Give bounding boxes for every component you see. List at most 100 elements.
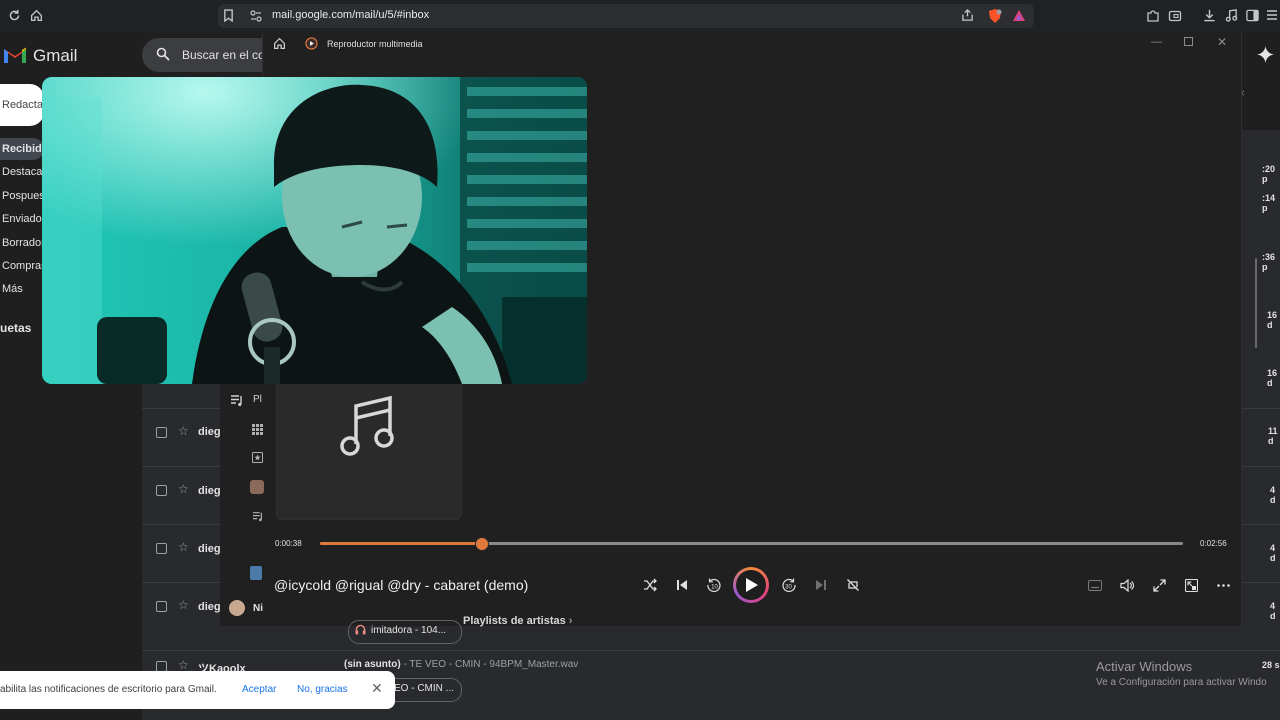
mail-date: 4 d <box>1270 485 1276 505</box>
row-checkbox[interactable] <box>156 427 167 438</box>
mail-date: 4 d <box>1270 601 1276 621</box>
miniplayer-icon[interactable] <box>1185 579 1198 592</box>
svg-text:30: 30 <box>785 585 792 591</box>
forward-30-icon[interactable]: 30 <box>781 577 797 593</box>
mail-date: :20 p <box>1262 164 1276 184</box>
row-checkbox[interactable] <box>156 543 167 554</box>
sidebar-toggle-icon[interactable] <box>1246 9 1259 22</box>
video-thumbnail[interactable] <box>42 77 587 384</box>
maximize-icon[interactable] <box>1184 37 1193 46</box>
wallet-icon[interactable] <box>1168 9 1182 23</box>
menu-icon[interactable] <box>1266 8 1278 22</box>
more-options-icon[interactable] <box>1217 584 1230 587</box>
library-thumbnail[interactable] <box>250 566 262 580</box>
repeat-off-icon[interactable] <box>846 578 860 592</box>
star-icon[interactable]: ☆ <box>178 540 189 554</box>
music-note-icon <box>340 394 394 458</box>
current-time: 0:00:38 <box>275 539 302 548</box>
player-window-title: Reproductor multimedia <box>327 39 423 49</box>
subtitles-icon[interactable] <box>1088 580 1102 591</box>
extensions-icon[interactable] <box>1146 9 1160 23</box>
star-icon[interactable]: ☆ <box>178 598 189 612</box>
next-icon[interactable] <box>815 579 827 591</box>
mail-sender-secondary: Ni <box>253 603 263 614</box>
avatar[interactable] <box>229 600 245 616</box>
mail-date: 28 s <box>1262 660 1280 670</box>
mail-sender: dieg <box>198 485 221 497</box>
brave-shield-icon[interactable] <box>987 8 1003 24</box>
song-title: @icycold @rigual @dry - cabaret (demo) <box>274 577 529 593</box>
nav-snoozed[interactable]: Pospues <box>2 190 45 202</box>
rewind-10-icon[interactable]: 10 <box>706 577 722 593</box>
mail-date: 16 d <box>1267 368 1278 388</box>
artist-thumbnail[interactable] <box>250 480 264 494</box>
mail-snippet: - TE VEO - CMIN - 94BPM_Master.wav <box>400 659 579 670</box>
star-icon[interactable]: ☆ <box>178 482 189 496</box>
playlist-icon[interactable] <box>230 394 244 407</box>
nav-more[interactable]: Más <box>2 283 23 295</box>
play-button[interactable] <box>733 567 769 603</box>
fullscreen-icon[interactable] <box>1153 579 1166 592</box>
window-close-icon[interactable]: ✕ <box>1217 35 1227 49</box>
download-icon[interactable] <box>1203 9 1216 22</box>
mail-date: :14 p <box>1262 193 1276 213</box>
url-text[interactable]: mail.google.com/mail/u/5/#inbox <box>272 9 429 21</box>
row-checkbox[interactable] <box>156 601 167 612</box>
mail-sender: dieg <box>198 426 221 438</box>
volume-icon[interactable] <box>1120 579 1134 592</box>
search-placeholder[interactable]: Buscar en el co <box>182 48 265 62</box>
shuffle-icon[interactable] <box>643 578 657 592</box>
bookmark-icon[interactable] <box>223 9 234 22</box>
media-control-icon[interactable] <box>1225 9 1238 22</box>
mail-subject-text: (sin asunto) <box>344 659 401 670</box>
windows-activation-subtitle: Ve a Configuración para activar Windo <box>1096 677 1267 688</box>
nav-drafts[interactable]: Borrador <box>2 237 45 249</box>
mail-scrollbar[interactable] <box>1255 258 1257 348</box>
video-frame-image <box>42 77 587 384</box>
attachment-chip-label[interactable]: imitadora - 104... <box>371 625 446 636</box>
previous-icon[interactable] <box>676 579 688 591</box>
labels-heading: uetas <box>0 321 32 335</box>
share-icon[interactable] <box>961 9 974 22</box>
nav-purchases[interactable]: Compras <box>2 260 47 272</box>
nav-sent[interactable]: Enviados <box>2 213 47 225</box>
gmail-logo-text[interactable]: Gmail <box>33 46 77 66</box>
compose-label[interactable]: Redacta <box>2 99 43 111</box>
queue-icon[interactable] <box>252 511 264 522</box>
search-icon[interactable] <box>156 47 170 61</box>
accept-button[interactable]: Aceptar <box>242 684 276 695</box>
mail-date: 11 d <box>1268 426 1278 446</box>
close-icon[interactable]: ✕ <box>371 680 383 697</box>
windows-activation-title: Activar Windows <box>1096 659 1193 674</box>
decline-button[interactable]: No, gracias <box>297 684 348 695</box>
favorites-icon[interactable] <box>252 452 263 463</box>
mail-sender: dieg <box>198 543 221 555</box>
chevron-right-icon: › <box>568 615 573 627</box>
star-icon[interactable]: ☆ <box>178 658 189 672</box>
seek-bar-progress <box>320 542 481 545</box>
player-home-icon[interactable] <box>273 37 286 50</box>
home-icon[interactable] <box>30 9 43 22</box>
star-icon[interactable]: ☆ <box>178 424 189 438</box>
playlists-section-text: Playlists de artistas <box>463 615 566 627</box>
mail-date: 4 d <box>1270 543 1276 563</box>
minimize-icon[interactable]: — <box>1151 36 1162 48</box>
row-checkbox[interactable] <box>156 485 167 496</box>
mail-date: 16 d <box>1267 310 1278 330</box>
seek-thumb[interactable] <box>474 537 489 551</box>
reload-icon[interactable] <box>8 9 21 22</box>
gemini-icon[interactable] <box>1257 46 1274 63</box>
brave-rewards-icon[interactable] <box>1012 9 1026 22</box>
gmail-logo-icon[interactable] <box>3 46 27 64</box>
playlist-label[interactable]: Pl <box>253 394 262 405</box>
svg-text:10: 10 <box>711 585 718 591</box>
attachment-chip-label[interactable]: EO - CMIN ... <box>394 683 454 694</box>
total-time: 0:02:56 <box>1200 539 1227 548</box>
notification-text: abilita las notificaciones de escritorio… <box>0 684 217 695</box>
browser-toolbar: mail.google.com/mail/u/5/#inbox <box>0 0 1280 32</box>
site-settings-icon[interactable] <box>250 10 262 22</box>
mail-subject: (sin asunto) - TE VEO - CMIN - 94BPM_Mas… <box>344 659 578 670</box>
playlists-section-label[interactable]: Playlists de artistas › <box>463 615 572 627</box>
grid-icon[interactable] <box>252 424 263 435</box>
media-player-app-icon <box>305 37 318 50</box>
